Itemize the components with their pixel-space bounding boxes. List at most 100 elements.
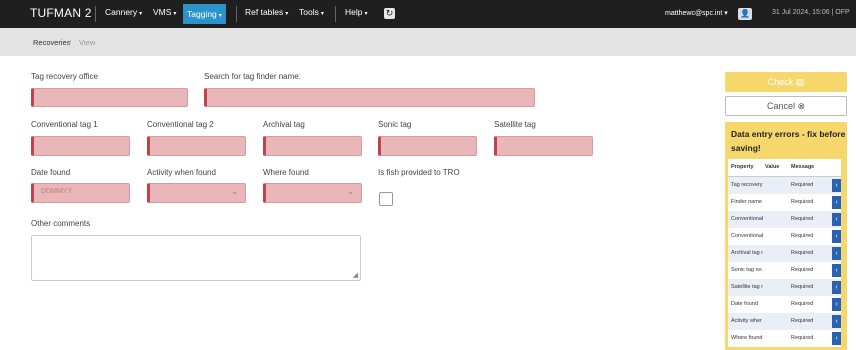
where-found-select[interactable]: ⌄	[263, 183, 362, 203]
error-value	[765, 313, 787, 330]
tag-finder-search-label: Search for tag finder name:	[204, 72, 301, 81]
row-goto-button[interactable]: ‹	[832, 332, 841, 345]
session-datetime: 31 Jul 2024, 15:06 | OFP	[772, 9, 850, 16]
nav-cannery[interactable]: Cannery ▾	[105, 7, 142, 17]
tag-recovery-office-label: Tag recovery office	[31, 72, 98, 81]
error-message: Required	[791, 284, 814, 290]
table-row: Tag recovery Required ‹	[728, 177, 841, 194]
tag-recovery-office-select[interactable]	[31, 88, 188, 107]
row-goto-button[interactable]: ‹	[832, 281, 841, 294]
cancel-button-label: Cancel	[766, 101, 795, 111]
row-goto-button[interactable]: ‹	[832, 264, 841, 277]
row-goto-button[interactable]: ‹	[832, 196, 841, 209]
cancel-button[interactable]: Cancel ⊗	[725, 96, 847, 116]
archival-tag-input[interactable]	[263, 136, 362, 156]
row-goto-button[interactable]: ‹	[832, 213, 841, 226]
error-property: Where found	[731, 335, 763, 341]
chevron-down-icon: ⌄	[231, 187, 238, 196]
error-value	[765, 279, 787, 296]
error-value	[765, 262, 787, 279]
user-menu[interactable]: matthewc@spc.int ▾	[665, 9, 728, 17]
top-nav-bar: TUFMAN 2 Cannery ▾ VMS ▾ Tagging ▾ Ref tabl…	[0, 0, 856, 28]
error-value	[765, 330, 787, 347]
nav-ref-tables[interactable]: Ref tables ▾	[245, 7, 288, 17]
nav-tools[interactable]: Tools ▾	[299, 7, 324, 17]
satellite-tag-input[interactable]	[494, 136, 593, 156]
nav-tagging[interactable]: Tagging ▾	[183, 4, 226, 24]
error-message: Required	[791, 335, 814, 341]
row-goto-button[interactable]: ‹	[832, 298, 841, 311]
error-property: Tag recovery	[731, 182, 763, 188]
row-goto-button[interactable]: ‹	[832, 315, 841, 328]
column-header-property: Property	[731, 164, 754, 170]
table-row: Satellite tag r Required ‹	[728, 279, 841, 296]
fish-provided-checkbox[interactable]	[379, 192, 393, 206]
conventional-tag-1-input[interactable]	[31, 136, 130, 156]
error-value	[765, 228, 787, 245]
other-comments-label: Other comments	[31, 219, 91, 228]
column-header-message: Message	[791, 164, 815, 170]
error-property: Satellite tag r	[731, 284, 764, 290]
error-value	[765, 245, 787, 262]
error-property: Conventional	[731, 233, 764, 239]
row-goto-button[interactable]: ‹	[832, 230, 841, 243]
refresh-icon[interactable]: ↻	[384, 8, 395, 19]
date-found-label: Date found	[31, 168, 71, 177]
sonic-tag-label: Sonic tag	[378, 120, 412, 129]
error-property: Sonic tag no.	[731, 267, 764, 273]
error-value	[765, 194, 787, 211]
conventional-tag-2-input[interactable]	[147, 136, 246, 156]
date-found-placeholder: DDMMYY	[41, 188, 73, 195]
resize-grip-icon[interactable]: ◢	[353, 271, 358, 279]
activity-when-found-label: Activity when found	[147, 168, 216, 177]
error-property: Date found	[731, 301, 758, 307]
row-goto-button[interactable]: ‹	[832, 179, 841, 192]
error-property: Activity wher	[731, 318, 762, 324]
table-row: Date found Required ‹	[728, 296, 841, 313]
error-message: Required	[791, 216, 814, 222]
table-row: Conventional Required ‹	[728, 228, 841, 245]
fish-provided-label: Is fish provided to TRO	[378, 168, 460, 177]
chevron-down-icon: ⌄	[347, 187, 354, 196]
error-message: Required	[791, 267, 814, 273]
close-icon: ⊗	[797, 101, 806, 111]
check-button[interactable]: Check ▤	[725, 72, 847, 92]
check-button-label: Check	[767, 77, 794, 87]
table-row: Activity wher Required ‹	[728, 313, 841, 330]
nav-divider	[335, 6, 336, 22]
error-message: Required	[791, 301, 814, 307]
sonic-tag-input[interactable]	[378, 136, 477, 156]
user-settings-icon[interactable]: 👤	[738, 8, 752, 20]
error-message: Required	[791, 250, 814, 256]
error-message: Required	[791, 318, 814, 324]
error-message: Required	[791, 233, 814, 239]
error-value	[765, 211, 787, 228]
table-row: Where found Required ‹	[728, 330, 841, 347]
error-message: Required	[791, 199, 814, 205]
app-title[interactable]: TUFMAN 2	[30, 6, 92, 20]
error-property: Finder name	[731, 199, 762, 205]
tag-finder-search-input[interactable]	[204, 88, 535, 107]
save-icon: ▤	[795, 77, 805, 87]
data-entry-errors-panel: Data entry errors - fix before saving! P…	[725, 122, 847, 350]
nav-vms[interactable]: VMS ▾	[153, 7, 176, 17]
errors-table: Property Value Message Tag recovery Requi…	[728, 159, 841, 347]
error-message: Required	[791, 182, 814, 188]
nav-help[interactable]: Help ▾	[345, 7, 368, 17]
nav-divider	[95, 6, 96, 22]
nav-divider	[236, 6, 237, 22]
error-property: Archival tag r	[731, 250, 764, 256]
breadcrumb-recoveries[interactable]: Recoveries	[33, 38, 71, 47]
activity-when-found-select[interactable]: ⌄	[147, 183, 246, 203]
date-found-input[interactable]: DDMMYY	[31, 183, 130, 203]
errors-table-header: Property Value Message	[728, 159, 841, 177]
other-comments-textarea[interactable]: ◢	[31, 235, 361, 281]
error-value	[765, 177, 787, 194]
conventional-tag-2-label: Conventional tag 2	[147, 120, 214, 129]
table-row: Archival tag r Required ‹	[728, 245, 841, 262]
breadcrumb-separator: /	[69, 38, 72, 47]
row-goto-button[interactable]: ‹	[832, 247, 841, 260]
column-header-value: Value	[765, 164, 780, 170]
where-found-label: Where found	[263, 168, 309, 177]
satellite-tag-label: Satellite tag	[494, 120, 536, 129]
